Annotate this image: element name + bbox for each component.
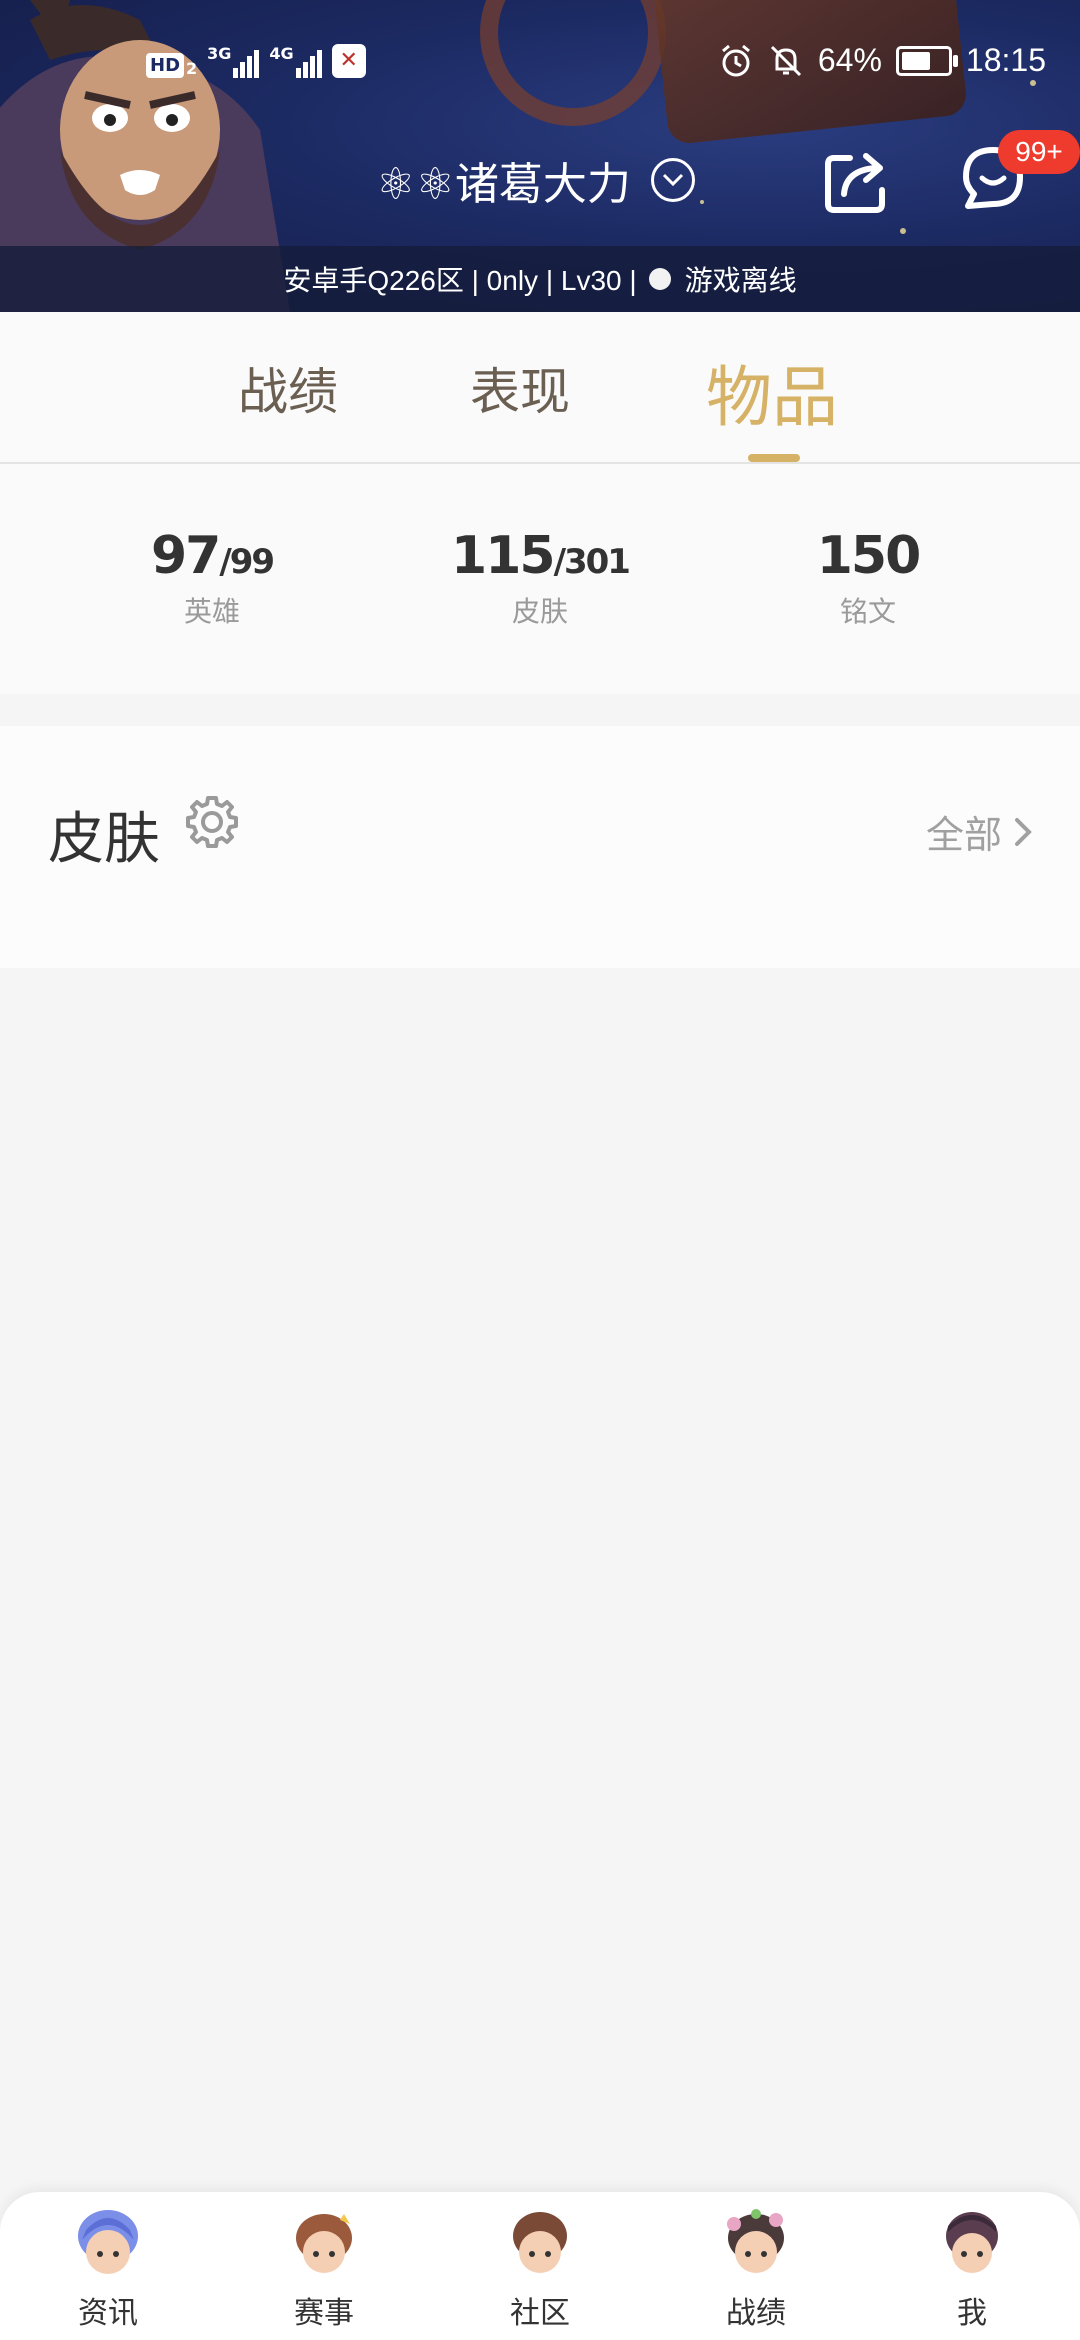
events-avatar-icon xyxy=(296,2214,352,2273)
mute-bell-icon xyxy=(770,45,801,76)
nav-label: 社区 xyxy=(510,2296,570,2331)
stat-count: 97 xyxy=(150,526,221,586)
me-avatar-icon xyxy=(946,2212,998,2273)
signal-4g-icon: 4G xyxy=(269,44,322,78)
signal-3g-icon: 3G xyxy=(207,44,260,78)
stat-label: 皮肤 xyxy=(511,595,568,628)
nav-item-news[interactable]: 资讯 xyxy=(0,2206,216,2332)
status-dot-icon xyxy=(648,268,671,290)
app-notification-icon: ✕ xyxy=(331,44,366,78)
battery-percent: 64% xyxy=(817,42,882,78)
alarm-icon xyxy=(721,44,750,76)
stat-count: 150 xyxy=(816,526,922,586)
chevron-down-icon xyxy=(650,158,695,202)
share-icon[interactable] xyxy=(820,144,894,218)
hd-voice-icon: HD 2 xyxy=(146,44,197,78)
clock: 18:15 xyxy=(965,42,1046,78)
skin-section: 皮肤 全部 xyxy=(0,726,1080,968)
stat-heroes[interactable]: 97/99 英雄 xyxy=(112,526,312,630)
profile-name: ⚛⚛诸葛大力 xyxy=(376,159,631,210)
nav-item-community[interactable]: 社区 xyxy=(432,2206,648,2332)
profile-header: HD 2 3G 4G ✕ 64% 18:15 ⚛⚛诸葛大力 99+ 安卓手Q22… xyxy=(0,0,1080,312)
news-avatar-icon xyxy=(78,2210,138,2274)
tab-bar: 战绩 表现 物品 xyxy=(0,312,1080,464)
tab-items[interactable]: 物品 xyxy=(706,344,838,440)
record-avatar-icon xyxy=(727,2209,784,2273)
nav-label: 我 xyxy=(957,2296,987,2331)
view-all-link[interactable]: 全部 xyxy=(926,804,1032,859)
nav-item-events[interactable]: 赛事 xyxy=(216,2206,432,2332)
star-decoration xyxy=(700,200,704,204)
stat-skins[interactable]: 115/301 皮肤 xyxy=(440,526,640,630)
stat-count: 115 xyxy=(451,526,556,586)
stat-label: 铭文 xyxy=(839,595,896,628)
nav-label: 资讯 xyxy=(78,2296,138,2331)
message-count-badge: 99+ xyxy=(998,130,1080,174)
stat-inscriptions[interactable]: 150 铭文 xyxy=(768,526,968,630)
nav-label: 赛事 xyxy=(294,2296,354,2331)
chevron-right-icon xyxy=(1015,817,1032,846)
server-info: 安卓手Q226区 | 0nly | Lv30 | xyxy=(283,265,637,296)
gear-icon[interactable] xyxy=(184,794,240,850)
section-title: 皮肤 xyxy=(48,807,160,872)
collection-stats: 97/99 英雄 115/301 皮肤 150 铭文 xyxy=(0,464,1080,694)
stat-total: /301 xyxy=(553,542,631,582)
nav-label: 战绩 xyxy=(726,2296,786,2331)
tab-record[interactable]: 战绩 xyxy=(238,352,338,424)
community-avatar-icon xyxy=(513,2212,567,2273)
online-status: 游戏离线 xyxy=(684,265,797,296)
stat-label: 英雄 xyxy=(183,595,240,628)
bottom-nav: 资讯 赛事 社区 战绩 我 xyxy=(0,2192,1080,2340)
nav-item-me[interactable]: 我 xyxy=(864,2206,1080,2332)
status-bar: HD 2 3G 4G ✕ 64% 18:15 xyxy=(0,36,1080,96)
tab-performance[interactable]: 表现 xyxy=(470,352,570,424)
nav-item-record[interactable]: 战绩 xyxy=(648,2206,864,2332)
star-decoration xyxy=(900,228,906,234)
view-all-label: 全部 xyxy=(925,813,1002,857)
stat-total: /99 xyxy=(219,542,275,582)
profile-name-switcher[interactable]: ⚛⚛诸葛大力 xyxy=(376,148,695,212)
player-info-strip: 安卓手Q226区 | 0nly | Lv30 | 游戏离线 xyxy=(0,246,1080,312)
battery-icon xyxy=(895,45,958,76)
active-tab-indicator xyxy=(748,454,800,462)
